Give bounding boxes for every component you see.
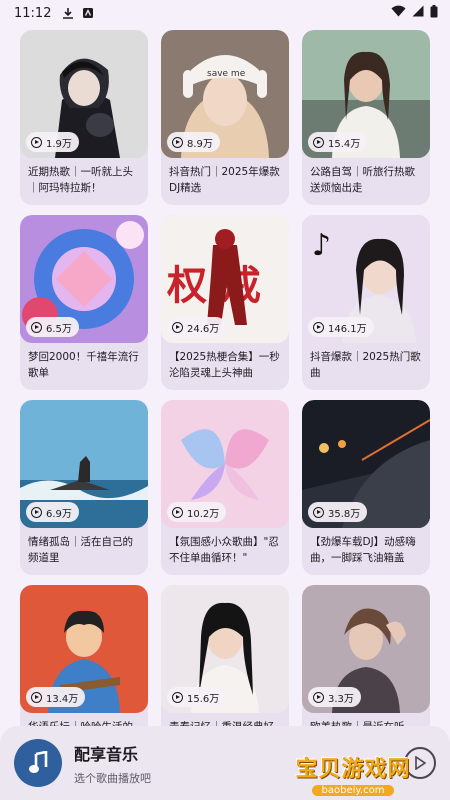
play-circle-icon [313,321,324,333]
playlist-cover-image: 权 戒 24.6万 [161,215,289,343]
play-count: 6.5万 [46,323,72,335]
play-count: 24.6万 [187,323,220,335]
play-circle-icon [172,321,183,333]
svg-text:♪: ♪ [312,228,331,263]
signal-icon [412,5,424,21]
playlist-cover-image: 13.4万 [20,585,148,713]
playlist-card[interactable]: 6.9万 情绪孤岛｜活在自己的频道里 [20,400,148,575]
notification-app-icon [81,6,95,20]
playlist-title: 情绪孤岛｜活在自己的频道里 [28,536,133,564]
play-count: 15.4万 [328,138,361,150]
music-note-icon [14,739,62,787]
play-circle-icon [313,506,324,518]
playlist-card[interactable]: ♪ 146.1万 抖音爆款｜2025热门歌曲 [302,215,430,390]
play-count: 35.8万 [328,508,361,520]
play-circle-icon [172,506,183,518]
playlist-title: 近期热歌｜一听就上头｜阿玛特拉斯！ [28,166,133,194]
playlist-card[interactable]: save me 8.9万 抖音热门｜2025年爆款DJ精选 [161,30,289,205]
play-count: 10.2万 [187,508,220,520]
status-bar: 11:12 [0,0,450,26]
playlist-card[interactable]: 6.5万 梦回2000！千禧年流行歌单 [20,215,148,390]
playlist-cover-image: 10.2万 [161,400,289,528]
playlist-cover-image: 6.9万 [20,400,148,528]
playlist-title: 公路自驾｜听旅行热歌送烦恼出走 [310,166,415,194]
playlist-grid: 1.9万 近期热歌｜一听就上头｜阿玛特拉斯！ save me 8.9万 抖音热门… [20,30,430,760]
play-count: 146.1万 [328,323,367,335]
play-count-badge: 6.9万 [26,502,79,522]
play-circle-icon [172,136,183,148]
playlist-card[interactable]: 15.4万 公路自驾｜听旅行热歌送烦恼出走 [302,30,430,205]
playlist-title: 【2025热梗合集】一秒沦陷灵魂上头神曲 [169,351,280,379]
player-subtitle: 选个歌曲播放吧 [74,771,151,785]
playlist-cover-image: 3.3万 [302,585,430,713]
svg-text:save me: save me [207,69,246,79]
playlist-title: 【劲爆车载DJ】动感嗨曲，一脚踩飞油箱盖 [310,536,416,564]
playlist-title: 【氛围感小众歌曲】"忍不住单曲循环！" [169,536,279,564]
playlist-card[interactable]: 10.2万 【氛围感小众歌曲】"忍不住单曲循环！" [161,400,289,575]
play-circle-icon [313,691,324,703]
playlist-cover-image: 15.4万 [302,30,430,158]
play-circle-icon [172,691,183,703]
playlist-cover-image: save me 8.9万 [161,30,289,158]
battery-icon [430,4,438,22]
play-count: 13.4万 [46,693,79,705]
play-count: 3.3万 [328,693,354,705]
playlist-card[interactable]: 35.8万 【劲爆车载DJ】动感嗨曲，一脚踩飞油箱盖 [302,400,430,575]
download-icon [61,6,75,20]
play-count-badge: 15.4万 [308,132,368,152]
playlist-cover-image: ♪ 146.1万 [302,215,430,343]
playlist-title: 抖音热门｜2025年爆款DJ精选 [169,166,280,194]
play-count-badge: 146.1万 [308,317,374,337]
play-circle-icon [31,691,42,703]
play-count-badge: 24.6万 [167,317,227,337]
playlist-title: 梦回2000！千禧年流行歌单 [28,351,139,379]
player-meta: 配享音乐 选个歌曲播放吧 [74,741,151,786]
play-count-badge: 1.9万 [26,132,79,152]
playlist-card[interactable]: 1.9万 近期热歌｜一听就上头｜阿玛特拉斯！ [20,30,148,205]
play-count-badge: 35.8万 [308,502,368,522]
play-count-badge: 15.6万 [167,687,227,707]
watermark-logo: 宝贝游戏网 baobeiy.com [278,706,428,796]
play-count: 6.9万 [46,508,72,520]
status-time: 11:12 [14,5,52,21]
playlist-cover-image: 35.8万 [302,400,430,528]
play-circle-icon [31,506,42,518]
playlist-card[interactable]: 权 戒 24.6万 【2025热梗合集】一秒沦陷灵魂上头神曲 [161,215,289,390]
watermark-url: baobeiy.com [311,785,395,796]
watermark-title: 宝贝游戏网 [295,757,411,782]
play-count-badge: 13.4万 [26,687,86,707]
play-circle-icon [31,136,42,148]
wifi-icon [391,5,406,21]
play-count: 8.9万 [187,138,213,150]
play-count-badge: 8.9万 [167,132,220,152]
player-app-name: 配享音乐 [74,744,139,764]
play-count: 15.6万 [187,693,220,705]
playlist-cover-image: 6.5万 [20,215,148,343]
playlist-cover-image: 15.6万 [161,585,289,713]
play-circle-icon [313,136,324,148]
play-count-badge: 6.5万 [26,317,79,337]
play-count: 1.9万 [46,138,72,150]
play-count-badge: 10.2万 [167,502,227,522]
playlist-title: 抖音爆款｜2025热门歌曲 [310,351,421,379]
play-count-badge: 3.3万 [308,687,361,707]
play-circle-icon [31,321,42,333]
playlist-cover-image: 1.9万 [20,30,148,158]
